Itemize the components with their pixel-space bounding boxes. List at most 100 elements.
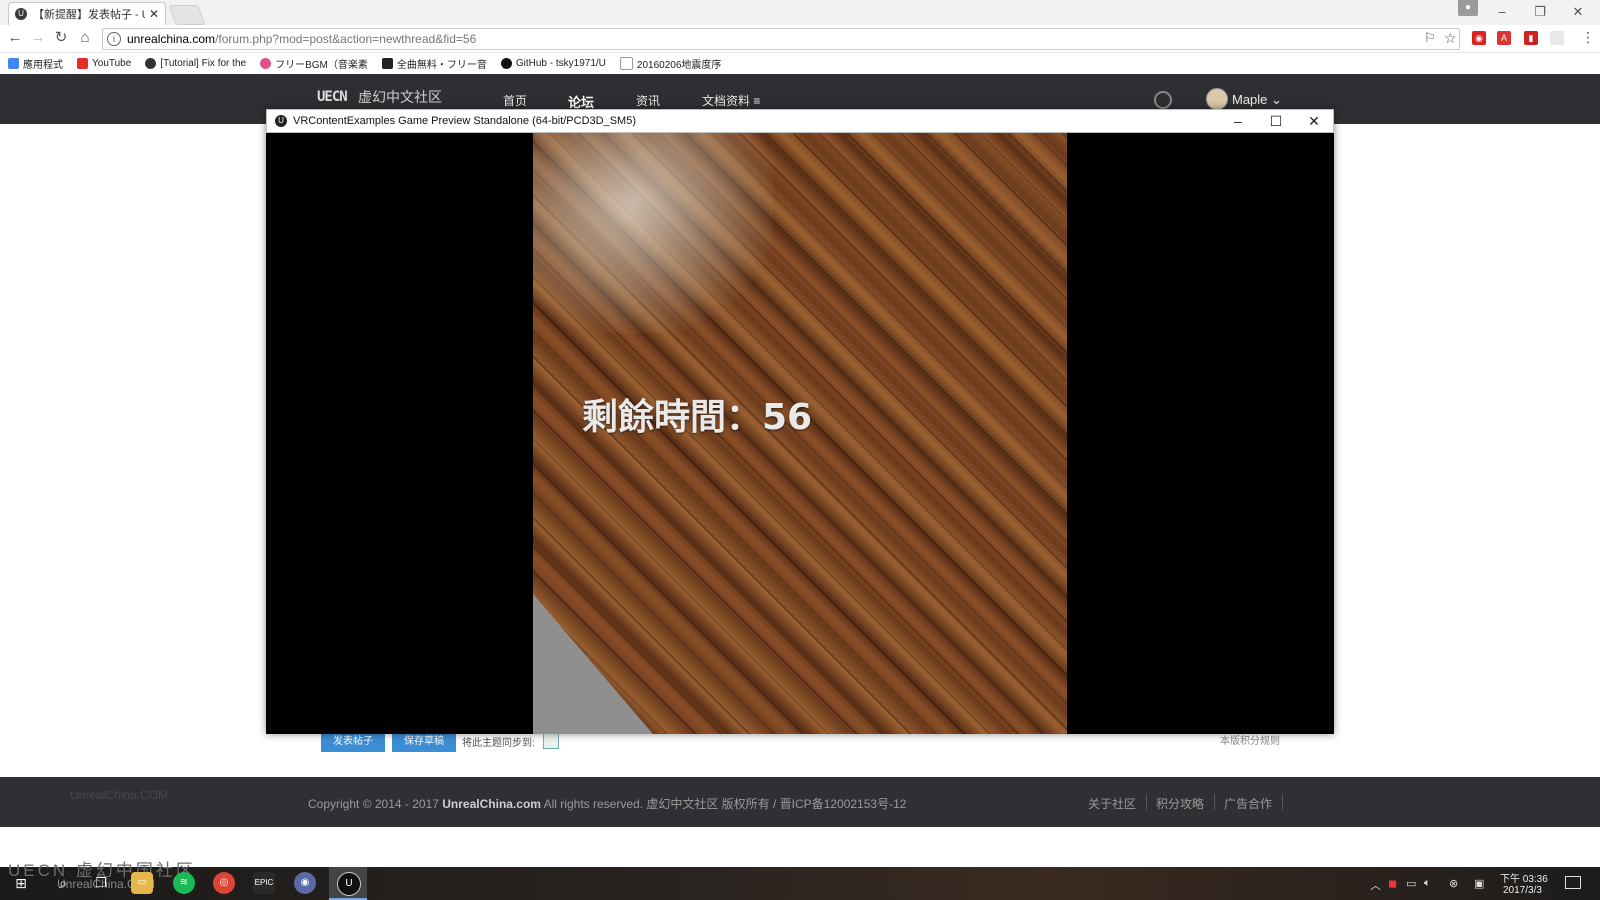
action-center-icon[interactable] — [1565, 876, 1581, 889]
bookmark-label: [Tutorial] Fix for the — [160, 57, 247, 69]
address-bar[interactable]: i unrealchina.com/forum.php?mod=post&act… — [102, 28, 1460, 50]
bookmark-label: YouTube — [92, 57, 132, 69]
unreal-engine-icon[interactable]: U — [337, 872, 361, 896]
user-menu[interactable]: Maple ⌄ — [1232, 92, 1282, 108]
nav-docs[interactable]: 文档资料 ≡ — [702, 92, 760, 109]
sync-weibo-icon[interactable] — [543, 733, 559, 749]
windows-start-icon[interactable]: ⊞ — [10, 872, 32, 894]
browser-tab-strip — [0, 0, 1600, 25]
footer-watermark: UnrealChina.COM — [70, 788, 169, 802]
unreal-icon — [145, 57, 157, 69]
chrome-menu-icon[interactable]: ⋮ — [1581, 29, 1595, 46]
bookmark-free-music[interactable]: 全曲無料・フリー音 — [381, 56, 487, 71]
footer-divider — [1214, 794, 1215, 810]
url-host: unrealchina.com — [127, 32, 216, 46]
avatar[interactable] — [1206, 88, 1228, 110]
browser-tab-active[interactable]: U 【新提醒】发表帖子 - Ur ✕ — [8, 2, 166, 25]
nav-home[interactable]: 首页 — [503, 92, 527, 109]
light-glare — [533, 133, 773, 333]
bookmark-page[interactable]: 20160206地震度序 — [619, 56, 722, 71]
window-restore-icon[interactable]: ❐ — [1522, 2, 1558, 22]
points-rules-link[interactable]: 本版积分规则 — [1220, 732, 1280, 747]
game-maximize-icon[interactable]: ☐ — [1259, 110, 1293, 132]
back-icon[interactable]: ← — [6, 29, 24, 47]
bookmark-label: GitHub - tsky1971/U — [515, 57, 606, 69]
home-icon[interactable]: ⌂ — [76, 29, 94, 47]
windows-taskbar — [0, 867, 1600, 900]
site-logo[interactable]: UECN — [317, 89, 348, 105]
epic-games-icon[interactable]: EPIC — [253, 872, 275, 894]
site-name[interactable]: 虚幻中文社区 — [358, 87, 442, 107]
game-close-icon[interactable]: ✕ — [1297, 110, 1331, 132]
game-window-title: VRContentExamples Game Preview Standalon… — [293, 115, 636, 127]
copyright-brand[interactable]: UnrealChina.com — [442, 797, 541, 811]
site-info-icon[interactable]: i — [107, 32, 121, 46]
window-minimize-icon[interactable]: – — [1484, 2, 1520, 22]
volume-icon[interactable]: 🔈︎ — [1424, 877, 1431, 890]
search-icon[interactable]: ⌕ — [52, 872, 74, 894]
game-window-titlebar[interactable]: U VRContentExamples Game Preview Standal… — [266, 109, 1334, 133]
reload-icon[interactable]: ↻ — [52, 29, 70, 47]
site-icon — [381, 57, 393, 69]
bookmark-label: フリーBGM（音楽素 — [275, 59, 368, 71]
clock-date[interactable]: 2017/3/3 — [1503, 885, 1542, 896]
extension-blank-icon[interactable] — [1550, 31, 1564, 45]
bookmarks-bar: 應用程式 YouTube [Tutorial] Fix for the フリーB… — [0, 53, 1600, 73]
address-url[interactable]: unrealchina.com/forum.php?mod=post&actio… — [127, 32, 476, 46]
ime-icon[interactable]: ▣ — [1474, 877, 1484, 890]
page-icon — [619, 56, 633, 70]
file-explorer-icon[interactable]: ▭ — [131, 872, 153, 894]
bookmark-free-bgm[interactable]: フリーBGM（音楽素 — [260, 56, 368, 71]
extension-red-icon[interactable]: ▮ — [1524, 31, 1538, 45]
bookmark-star-icon[interactable]: ☆ — [1444, 30, 1457, 47]
chrome-icon[interactable]: ◎ — [213, 872, 235, 894]
network-icon[interactable]: ▭ — [1406, 877, 1416, 890]
forward-icon[interactable]: → — [29, 29, 47, 47]
youtube-icon — [77, 57, 88, 69]
footer-link-ads[interactable]: 广告合作 — [1224, 795, 1272, 812]
game-minimize-icon[interactable]: – — [1221, 110, 1255, 132]
footer-divider — [1146, 794, 1147, 810]
translate-icon[interactable]: ⚐ — [1424, 30, 1436, 46]
bookmark-tutorial[interactable]: [Tutorial] Fix for the — [145, 57, 247, 69]
task-view-icon[interactable]: ❐ — [90, 872, 112, 894]
tab-close-icon[interactable]: ✕ — [149, 7, 159, 21]
tab-title: 【新提醒】发表帖子 - Ur — [33, 9, 145, 21]
music-icon — [260, 57, 272, 69]
bookmark-apps[interactable]: 應用程式 — [8, 56, 63, 71]
copyright-text: Copyright © 2014 - 2017 UnrealChina.com … — [308, 795, 906, 812]
unreal-favicon-icon: U — [15, 8, 27, 20]
spotify-icon[interactable]: ≋ — [173, 872, 195, 894]
tray-app-icon[interactable]: ⊗ — [1449, 877, 1458, 890]
bookmark-youtube[interactable]: YouTube — [77, 57, 132, 69]
bookmark-github[interactable]: GitHub - tsky1971/U — [500, 57, 606, 69]
post-thread-button[interactable]: 发表帖子 — [321, 732, 385, 752]
copyright-suffix: All rights reserved. 虚幻中文社区 版权所有 / 晋ICP备… — [540, 797, 907, 811]
extension-pdf-icon[interactable]: A — [1497, 31, 1511, 45]
bookmark-label: 20160206地震度序 — [636, 59, 722, 71]
footer-link-about[interactable]: 关于社区 — [1088, 795, 1136, 812]
profile-icon[interactable]: ● — [1458, 0, 1478, 16]
unreal-engine-icon: U — [275, 115, 287, 127]
footer-divider — [1282, 794, 1283, 810]
window-close-icon[interactable]: ✕ — [1560, 2, 1596, 22]
extension-adblock-icon[interactable]: ◉ — [1472, 31, 1486, 45]
footer-link-points[interactable]: 积分攻略 — [1156, 795, 1204, 812]
bookmark-label: 全曲無料・フリー音 — [396, 59, 487, 71]
search-icon[interactable] — [1154, 91, 1172, 109]
sync-label: 将此主题同步到: — [462, 738, 535, 749]
stone-wall-corner — [533, 594, 653, 734]
tray-pdf-icon[interactable]: ◼ — [1388, 877, 1397, 890]
remaining-time-hud: 剩餘時間：56 — [582, 397, 813, 438]
page-bottom-area — [0, 827, 1600, 867]
app-icon[interactable]: ◉ — [294, 872, 316, 894]
bookmark-label: 應用程式 — [23, 59, 63, 71]
tray-chevron-icon[interactable]: ︿ — [1370, 877, 1381, 893]
clock-time[interactable]: 下午 03:36 — [1500, 870, 1548, 885]
apps-icon — [8, 57, 19, 69]
nav-news[interactable]: 资讯 — [636, 92, 660, 109]
github-icon — [500, 57, 512, 69]
url-path: /forum.php?mod=post&action=newthread&fid… — [215, 32, 477, 46]
save-draft-button[interactable]: 保存草稿 — [392, 732, 456, 752]
copyright-prefix: Copyright © 2014 - 2017 — [308, 797, 443, 811]
